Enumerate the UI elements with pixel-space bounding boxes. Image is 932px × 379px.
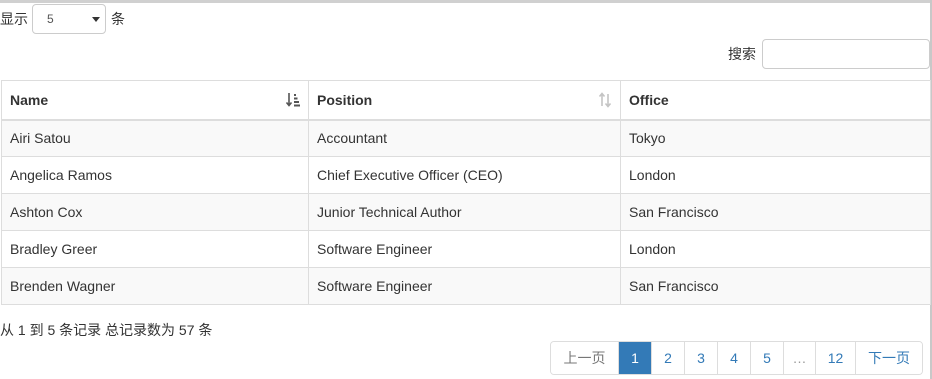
column-header-name[interactable]: Name (1, 80, 309, 121)
cell-position: Chief Executive Officer (CEO) (308, 156, 621, 194)
sort-ascending-icon (286, 93, 300, 107)
table-info-text: 从 1 到 5 条记录 总记录数为 57 条 (0, 322, 213, 338)
cell-name: Bradley Greer (1, 230, 309, 268)
search-filter: 搜索 (728, 39, 930, 69)
pagination: 上一页 1 2 3 4 5 … 12 下一页 (550, 341, 923, 375)
cell-office: San Francisco (620, 267, 931, 305)
page-length-select[interactable]: 5 (32, 4, 106, 34)
cell-name: Airi Satou (1, 119, 309, 157)
column-header-position[interactable]: Position (308, 80, 621, 121)
cell-office: San Francisco (620, 193, 931, 231)
cell-position: Accountant (308, 119, 621, 157)
cell-office: Tokyo (620, 119, 931, 157)
top-border (0, 0, 932, 3)
prev-page-button[interactable]: 上一页 (551, 342, 618, 374)
page-button-3[interactable]: 3 (684, 342, 717, 374)
cell-name: Ashton Cox (1, 193, 309, 231)
column-header-office[interactable]: Office (620, 80, 931, 121)
pagination-ellipsis: … (783, 342, 815, 374)
page-button-5[interactable]: 5 (750, 342, 783, 374)
page-button-2[interactable]: 2 (651, 342, 684, 374)
cell-name: Angelica Ramos (1, 156, 309, 194)
data-table: Name Position Office Airi Satou Accounta… (1, 80, 931, 305)
page-length-control: 显示 5 条 (0, 4, 125, 34)
page-button-last[interactable]: 12 (815, 342, 855, 374)
table-row[interactable]: Brenden Wagner Software Engineer San Fra… (1, 267, 931, 305)
search-input[interactable] (762, 39, 930, 69)
page-length-value: 5 (47, 12, 54, 26)
page-button-4[interactable]: 4 (717, 342, 750, 374)
table-header-row: Name Position Office (1, 80, 931, 121)
table-row[interactable]: Airi Satou Accountant Tokyo (1, 119, 931, 157)
search-label: 搜索 (728, 46, 756, 62)
table-row[interactable]: Angelica Ramos Chief Executive Officer (… (1, 156, 931, 194)
column-header-label: Position (317, 91, 373, 108)
table-row[interactable]: Ashton Cox Junior Technical Author San F… (1, 193, 931, 231)
cell-position: Software Engineer (308, 230, 621, 268)
chevron-down-icon (92, 17, 100, 22)
next-page-button[interactable]: 下一页 (855, 342, 922, 374)
length-suffix-label: 条 (111, 11, 125, 27)
cell-name: Brenden Wagner (1, 267, 309, 305)
cell-position: Software Engineer (308, 267, 621, 305)
page-button-1[interactable]: 1 (618, 342, 651, 374)
cell-office: London (620, 156, 931, 194)
column-header-label: Name (10, 91, 49, 108)
table-row[interactable]: Bradley Greer Software Engineer London (1, 230, 931, 268)
column-header-label: Office (629, 91, 669, 108)
cell-position: Junior Technical Author (308, 193, 621, 231)
sort-both-icon (598, 92, 612, 108)
length-prefix-label: 显示 (0, 11, 28, 27)
cell-office: London (620, 230, 931, 268)
